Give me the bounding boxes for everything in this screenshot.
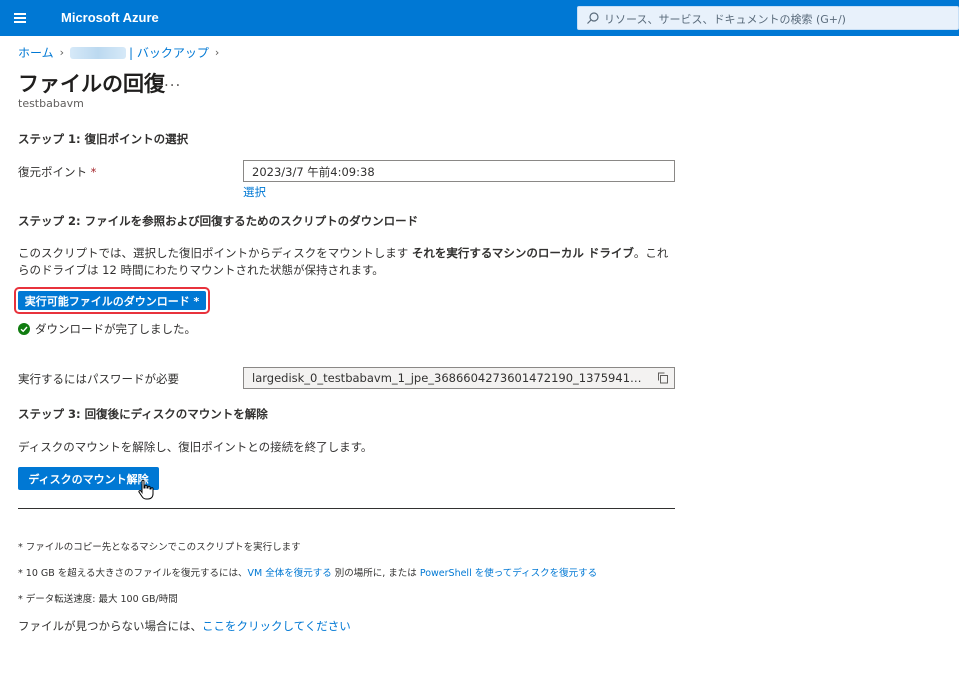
page-title: ファイルの回復 bbox=[18, 72, 165, 96]
files-not-found-text: ファイルが見つからない場合には、 bbox=[18, 619, 202, 633]
note-transfer-rate: * データ転送速度: 最大 100 GB/時間 bbox=[18, 594, 178, 605]
note2-text2: 別の場所に, または bbox=[331, 568, 420, 579]
select-restore-point-link[interactable]: 選択 bbox=[243, 184, 266, 200]
step3-description: ディスクのマウントを解除し、復旧ポイントとの接続を終了します。 bbox=[18, 440, 373, 454]
breadcrumb-backup[interactable]: | バックアップ bbox=[129, 44, 209, 61]
chevron-right-icon: › bbox=[214, 46, 220, 59]
breadcrumb: ホーム › | バックアップ › bbox=[18, 44, 225, 61]
restore-point-field[interactable]: 2023/3/7 午前4:09:38 bbox=[243, 160, 675, 182]
top-bar: Microsoft Azure リソース、サービス、ドキュメントの検索 (G+/… bbox=[0, 0, 959, 36]
breadcrumb-home[interactable]: ホーム bbox=[18, 44, 54, 61]
note-large-files: * 10 GB を超える大きさのファイルを復元するには、VM 全体を復元する 別… bbox=[18, 565, 597, 579]
password-value: largedisk_0_testbabavm_1_jpe_36866042736… bbox=[252, 371, 647, 385]
note2-text1: * 10 GB を超える大きさのファイルを復元するには、 bbox=[18, 568, 248, 579]
section-divider bbox=[18, 508, 675, 509]
password-label: 実行するにはパスワードが必要 bbox=[18, 372, 179, 386]
download-status-text: ダウンロードが完了しました。 bbox=[35, 322, 196, 336]
step2-description: このスクリプトでは、選択した復旧ポイントからディスクをマウントします それを実行… bbox=[18, 245, 678, 279]
brand-title[interactable]: Microsoft Azure bbox=[61, 10, 159, 25]
search-icon bbox=[587, 12, 599, 24]
global-search-input[interactable]: リソース、サービス、ドキュメントの検索 (G+/) bbox=[577, 6, 959, 30]
copy-icon[interactable] bbox=[657, 372, 669, 384]
breadcrumb-vault-redacted[interactable] bbox=[70, 46, 127, 59]
click-here-link[interactable]: ここをクリックしてください bbox=[202, 619, 351, 633]
hamburger-menu-icon[interactable] bbox=[12, 10, 30, 26]
required-marker: * bbox=[90, 165, 97, 179]
powershell-restore-link[interactable]: PowerShell を使ってディスクを復元する bbox=[420, 568, 597, 579]
chevron-right-icon: › bbox=[59, 46, 65, 59]
download-status: ダウンロードが完了しました。 bbox=[18, 321, 196, 337]
download-executable-button[interactable]: 実行可能ファイルのダウンロード * bbox=[18, 291, 206, 310]
restore-point-label: 復元ポイント * bbox=[18, 164, 96, 180]
step1-heading: ステップ 1: 復旧ポイントの選択 bbox=[18, 132, 189, 146]
step2-desc-bold: それを実行するマシンのローカル ドライブ bbox=[411, 246, 634, 260]
step3-heading: ステップ 3: 回復後にディスクのマウントを解除 bbox=[18, 407, 268, 421]
page-subtitle: testbabavm bbox=[18, 97, 84, 110]
success-check-icon bbox=[18, 323, 30, 335]
step2-heading: ステップ 2: ファイルを参照および回復するためのスクリプトのダウンロード bbox=[18, 214, 419, 228]
files-not-found: ファイルが見つからない場合には、ここをクリックしてください bbox=[18, 618, 351, 634]
step2-desc-part1: このスクリプトでは、選択した復旧ポイントからディスクをマウントします bbox=[18, 246, 412, 260]
hand-cursor-icon bbox=[138, 479, 154, 500]
note-run-script: * ファイルのコピー先となるマシンでこのスクリプトを実行します bbox=[18, 542, 301, 553]
restore-point-label-text: 復元ポイント bbox=[18, 165, 87, 179]
restore-vm-link[interactable]: VM 全体を復元する bbox=[248, 568, 332, 579]
download-button-highlight: 実行可能ファイルのダウンロード * bbox=[14, 287, 210, 314]
search-placeholder: リソース、サービス、ドキュメントの検索 (G+/) bbox=[604, 13, 846, 26]
password-field[interactable]: largedisk_0_testbabavm_1_jpe_36866042736… bbox=[243, 367, 675, 389]
more-options-icon[interactable]: ... bbox=[164, 72, 181, 90]
